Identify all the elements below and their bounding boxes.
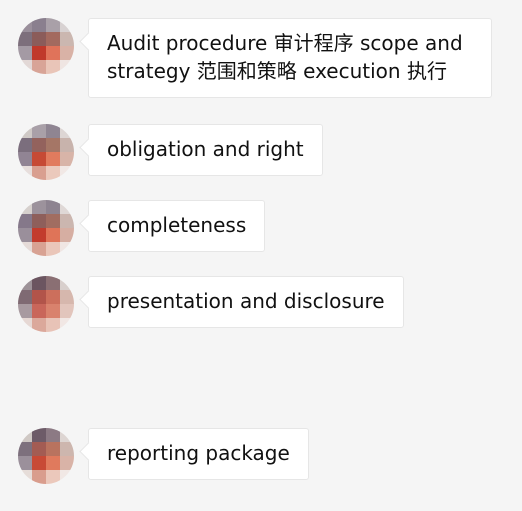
chat-message: presentation and disclosure bbox=[18, 276, 404, 332]
chat-message: completeness bbox=[18, 200, 266, 256]
chat-message-list: Audit procedure 审计程序 scope and strategy … bbox=[0, 0, 522, 511]
chat-message: reporting package bbox=[18, 428, 309, 484]
message-bubble[interactable]: obligation and right bbox=[88, 124, 323, 176]
chat-message: obligation and right bbox=[18, 124, 323, 180]
pixelated-avatar-icon[interactable] bbox=[18, 200, 74, 256]
pixelated-avatar-icon[interactable] bbox=[18, 18, 74, 74]
message-bubble[interactable]: reporting package bbox=[88, 428, 309, 480]
pixelated-avatar-icon[interactable] bbox=[18, 276, 74, 332]
message-bubble[interactable]: presentation and disclosure bbox=[88, 276, 404, 328]
pixelated-avatar-icon[interactable] bbox=[18, 428, 74, 484]
message-bubble[interactable]: completeness bbox=[88, 200, 266, 252]
chat-message: Audit procedure 审计程序 scope and strategy … bbox=[18, 18, 492, 98]
pixelated-avatar-icon[interactable] bbox=[18, 124, 74, 180]
message-bubble[interactable]: Audit procedure 审计程序 scope and strategy … bbox=[88, 18, 492, 98]
